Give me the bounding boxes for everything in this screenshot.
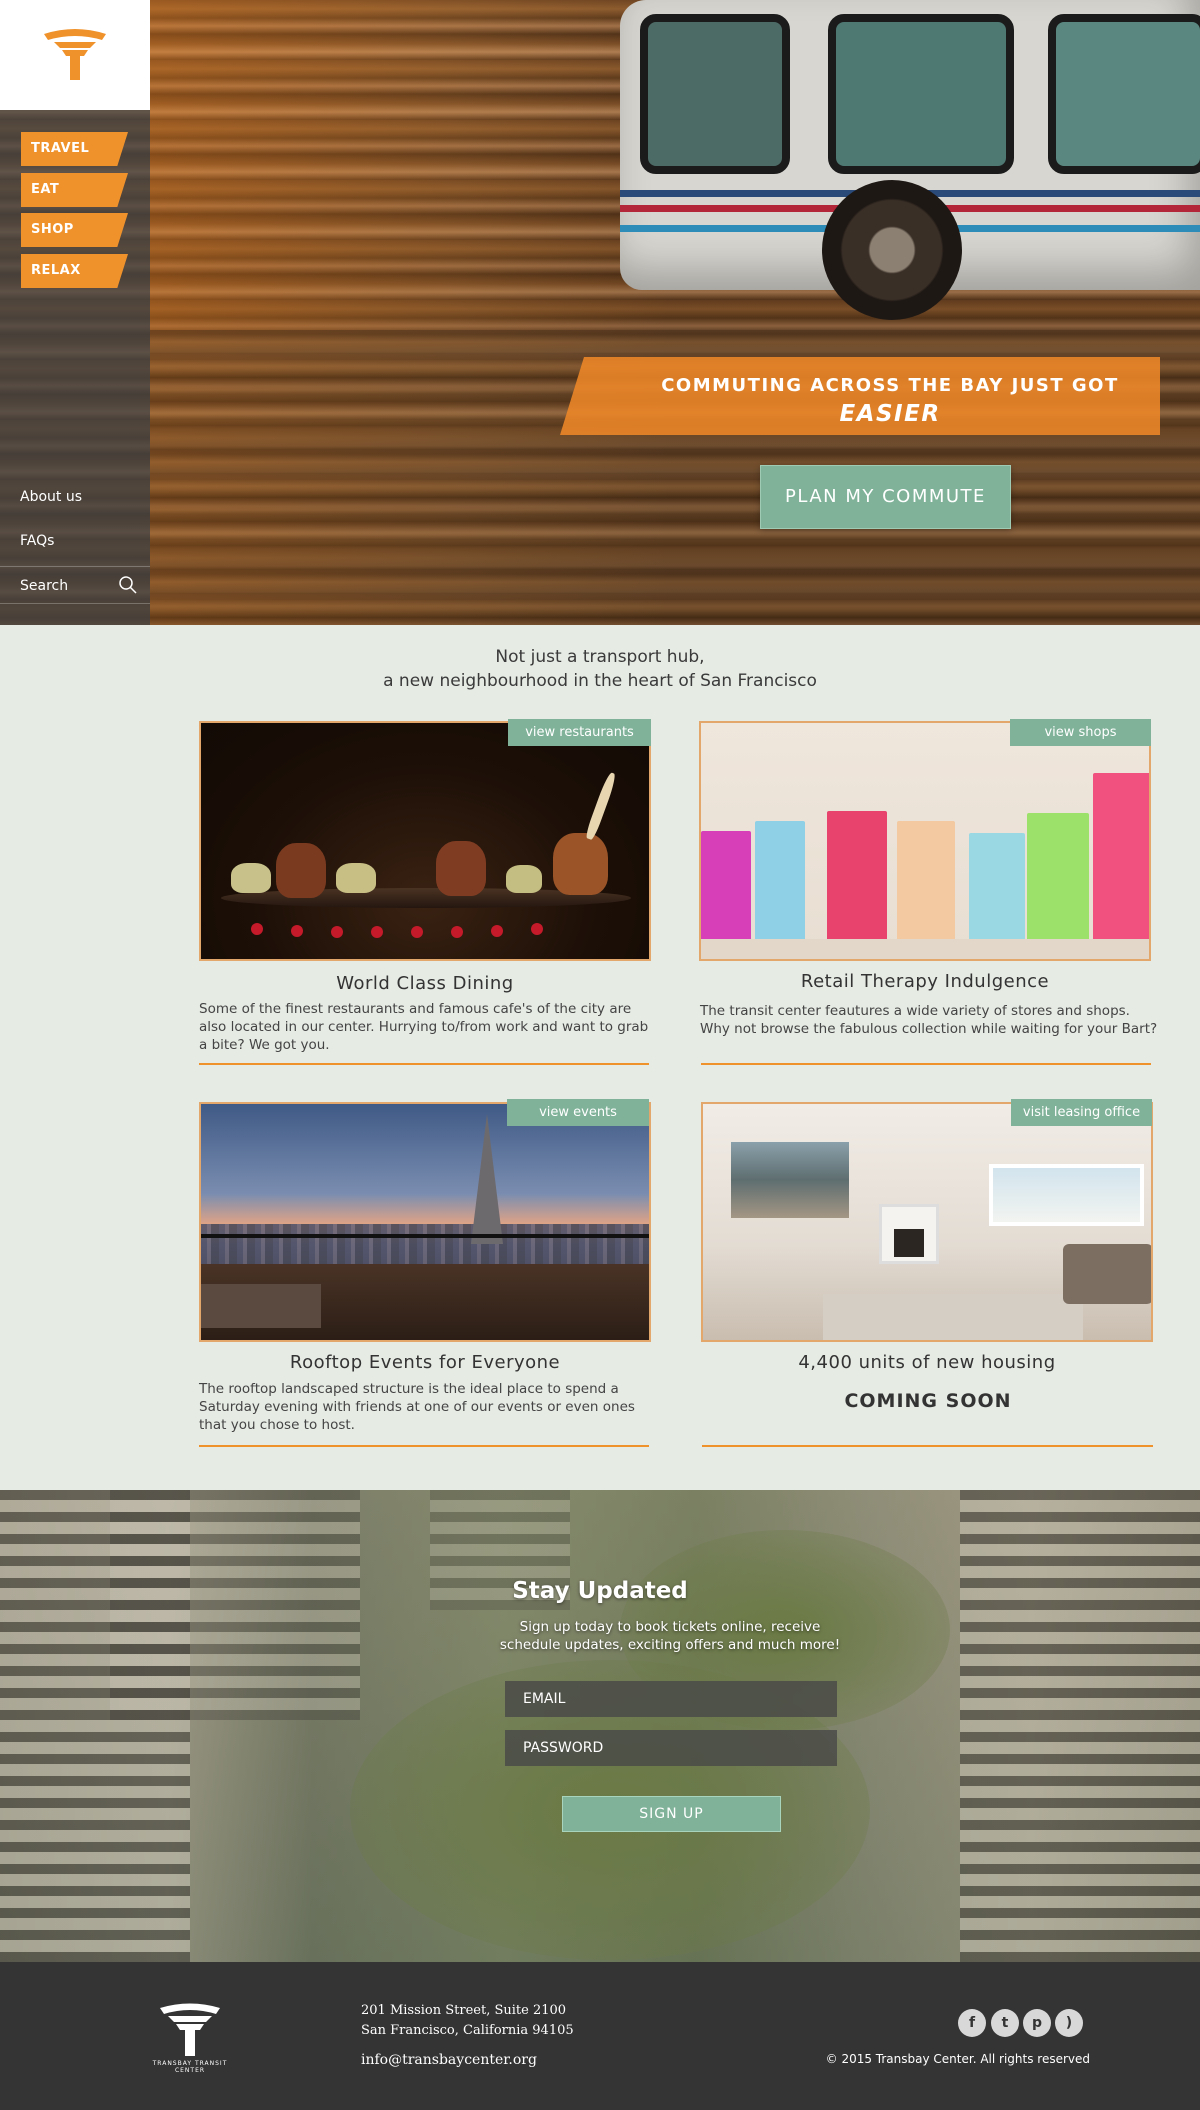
nav-shop[interactable]: SHOP xyxy=(21,213,128,247)
dining-description: Some of the finest restaurants and famou… xyxy=(199,1001,649,1053)
pinterest-icon[interactable]: p xyxy=(1023,2009,1051,2037)
bus-image xyxy=(600,0,1200,330)
password-field[interactable] xyxy=(505,1730,837,1766)
intro-line-1: Not just a transport hub, xyxy=(495,647,705,667)
email-field[interactable] xyxy=(505,1681,837,1717)
dining-title: World Class Dining xyxy=(336,973,514,994)
stay-updated-section: Stay Updated Sign up today to book ticke… xyxy=(0,1490,1200,1962)
view-restaurants-button[interactable]: view restaurants xyxy=(508,719,651,746)
dining-image xyxy=(199,721,651,961)
address-line-1: 201 Mission Street, Suite 2100 xyxy=(361,2003,567,2018)
plan-commute-button[interactable]: PLAN MY COMMUTE xyxy=(760,465,1011,529)
coming-soon-label: COMING SOON xyxy=(844,1390,1012,1412)
view-events-button[interactable]: view events xyxy=(507,1099,649,1126)
banner-emphasis: EASIER xyxy=(839,401,941,427)
intro-text: Not just a transport hub, a new neighbou… xyxy=(0,645,1200,693)
copyright-text: © 2015 Transbay Center. All rights reser… xyxy=(825,2052,1090,2066)
dining-divider xyxy=(199,1063,649,1065)
leasing-image xyxy=(701,1102,1153,1342)
intro-line-2: a new neighbourhood in the heart of San … xyxy=(383,671,817,691)
faqs-link[interactable]: FAQs xyxy=(20,533,54,549)
housing-title: 4,400 units of new housing xyxy=(798,1352,1056,1373)
nav-travel[interactable]: TRAVEL xyxy=(21,132,128,166)
footer-logo[interactable]: TRANSBAY TRANSIT CENTER xyxy=(140,2002,240,2074)
nav-relax[interactable]: RELAX xyxy=(21,254,128,288)
hero: TRAVEL EAT SHOP RELAX About us FAQs Sear… xyxy=(0,0,1200,625)
facebook-icon[interactable]: f xyxy=(958,2009,986,2037)
rooftop-description: The rooftop landscaped structure is the … xyxy=(199,1381,635,1433)
banner-headline: COMMUTING ACROSS THE BAY JUST GOT xyxy=(661,375,1119,396)
housing-divider xyxy=(702,1445,1153,1447)
sign-up-button[interactable]: SIGN UP xyxy=(562,1796,781,1832)
shops-divider xyxy=(701,1063,1151,1065)
address-line-2: San Francisco, California 94105 xyxy=(361,2023,574,2038)
shops-title: Retail Therapy Indulgence xyxy=(800,971,1050,992)
about-us-link[interactable]: About us xyxy=(20,489,82,505)
stay-updated-title: Stay Updated xyxy=(512,1578,688,1604)
footer-logo-icon xyxy=(160,2003,220,2056)
hero-banner: COMMUTING ACROSS THE BAY JUST GOT EASIER xyxy=(560,357,1160,435)
footer-logo-text: TRANSBAY TRANSIT CENTER xyxy=(152,2060,228,2074)
rss-icon[interactable]: ) xyxy=(1055,2009,1083,2037)
shops-image xyxy=(699,721,1151,961)
logo-icon xyxy=(44,29,106,80)
sidebar-search[interactable]: Search xyxy=(0,566,150,604)
nav-eat[interactable]: EAT xyxy=(21,173,128,207)
logo[interactable] xyxy=(0,0,150,110)
visit-leasing-office-button[interactable]: visit leasing office xyxy=(1011,1099,1152,1126)
stay-updated-subtitle: Sign up today to book tickets online, re… xyxy=(499,1619,841,1653)
rooftop-divider xyxy=(199,1445,649,1447)
rooftop-image xyxy=(199,1102,651,1342)
shops-description: The transit center feautures a wide vari… xyxy=(700,1003,1158,1037)
search-icon[interactable] xyxy=(118,575,138,595)
contact-email-link[interactable]: info@transbaycenter.org xyxy=(361,2052,537,2068)
sidebar: TRAVEL EAT SHOP RELAX About us FAQs Sear… xyxy=(0,0,150,625)
search-label: Search xyxy=(20,578,69,594)
view-shops-button[interactable]: view shops xyxy=(1010,719,1151,746)
rooftop-title: Rooftop Events for Everyone xyxy=(289,1352,561,1373)
twitter-icon[interactable]: t xyxy=(991,2009,1019,2037)
footer: TRANSBAY TRANSIT CENTER 201 Mission Stre… xyxy=(0,1962,1200,2110)
